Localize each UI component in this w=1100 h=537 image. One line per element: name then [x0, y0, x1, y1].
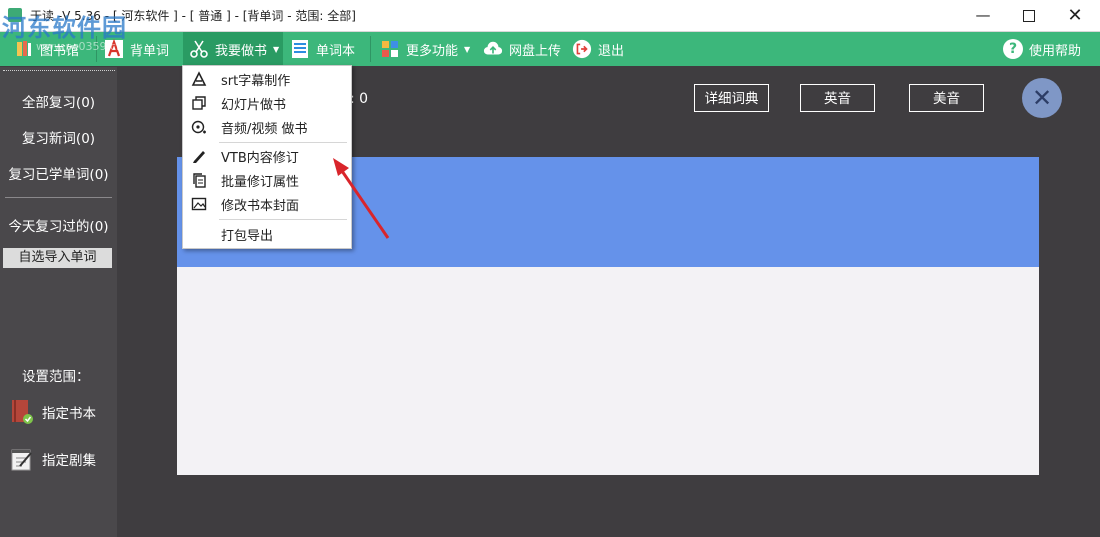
watermark-logo: 河东软件园: [2, 13, 127, 42]
watermark-url: www.pc0359.cn: [36, 40, 124, 53]
red-arrow-annotation: [333, 158, 390, 239]
